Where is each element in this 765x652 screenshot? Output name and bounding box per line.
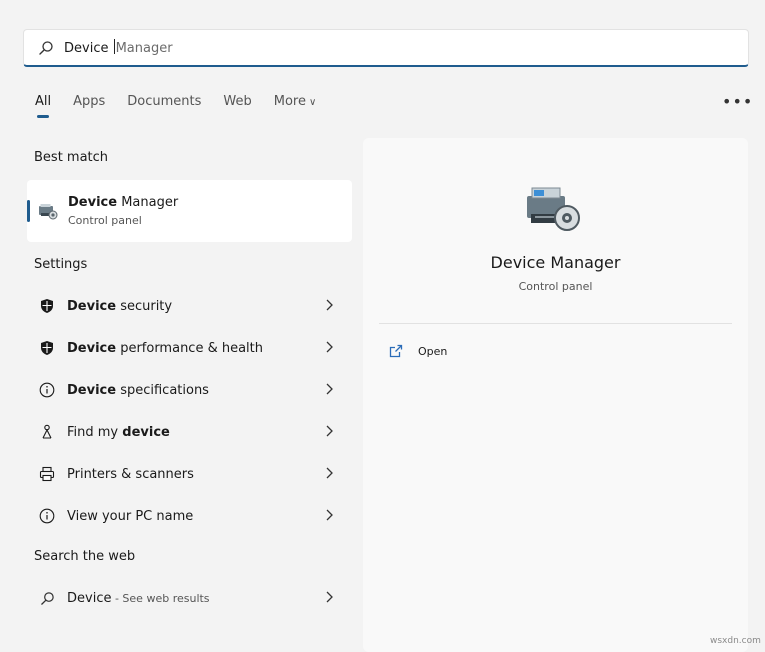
tab-web-label: Web — [223, 94, 252, 109]
setting-device-performance-health[interactable]: Device performance & health — [27, 328, 352, 368]
setting-label: Device specifications — [67, 382, 209, 398]
printer-icon — [39, 466, 55, 482]
chevron-right-icon — [326, 467, 333, 479]
setting-device-specifications[interactable]: Device specifications — [27, 370, 352, 410]
divider — [379, 323, 732, 324]
info-icon — [39, 382, 55, 398]
search-web-heading: Search the web — [34, 549, 136, 564]
tab-documents[interactable]: Documents — [127, 94, 201, 118]
setting-label: View your PC name — [67, 508, 194, 524]
more-options-button[interactable]: ••• — [722, 92, 753, 111]
setting-label: Find my device — [67, 424, 170, 440]
web-result-label: Device - See web results — [67, 590, 210, 606]
chevron-right-icon — [326, 591, 333, 603]
chevron-right-icon — [326, 299, 333, 311]
filter-tabs: All Apps Documents Web More ∨ — [35, 94, 338, 118]
search-icon — [40, 591, 54, 605]
best-match-result[interactable]: Device Manager Control panel — [27, 180, 352, 242]
setting-printers-scanners[interactable]: Printers & scanners — [27, 454, 352, 494]
tab-all-label: All — [35, 94, 52, 109]
tab-apps[interactable]: Apps — [73, 94, 105, 118]
setting-find-my-device[interactable]: Find my device — [27, 412, 352, 452]
chevron-right-icon — [326, 425, 333, 437]
setting-label: Device performance & health — [67, 340, 264, 356]
chevron-right-icon — [326, 341, 333, 353]
tab-web[interactable]: Web — [223, 94, 251, 118]
best-match-subtitle: Control panel — [68, 214, 142, 227]
best-match-heading: Best match — [34, 150, 109, 165]
tab-apps-label: Apps — [73, 94, 106, 109]
detail-subtitle: Control panel — [518, 280, 593, 293]
web-search-result[interactable]: Device - See web results — [27, 578, 352, 618]
device-manager-icon — [527, 187, 580, 231]
setting-label: Device security — [67, 298, 173, 314]
tab-documents-label: Documents — [127, 94, 202, 109]
text-caret — [113, 39, 115, 54]
search-box[interactable]: Device Manager — [23, 29, 749, 67]
detail-title: Device Manager — [490, 253, 621, 272]
tab-all[interactable]: All — [35, 94, 51, 118]
setting-label: Printers & scanners — [67, 466, 194, 482]
search-input[interactable]: Device Manager — [64, 39, 173, 56]
search-suggestion-text: Manager — [115, 41, 173, 56]
open-action-label: Open — [418, 344, 448, 358]
chevron-right-icon — [326, 509, 333, 521]
setting-view-pc-name[interactable]: View your PC name — [27, 496, 352, 536]
shield-icon — [41, 341, 53, 355]
tab-more-label: More — [273, 94, 306, 109]
setting-device-security[interactable]: Device security — [27, 286, 352, 326]
open-action[interactable]: Open — [389, 344, 447, 358]
person-location-icon — [42, 424, 52, 439]
search-typed-text: Device — [64, 41, 113, 56]
selection-indicator — [27, 200, 30, 222]
detail-panel: Device Manager Control panel Open — [363, 138, 748, 652]
watermark: wsxdn.com — [710, 636, 761, 646]
search-icon — [39, 40, 53, 55]
settings-heading: Settings — [34, 257, 88, 272]
shield-icon — [41, 299, 53, 313]
tab-more[interactable]: More ∨ — [274, 94, 317, 118]
chevron-down-icon: ∨ — [309, 97, 317, 108]
device-manager-icon — [39, 204, 58, 220]
info-icon — [39, 508, 55, 524]
chevron-right-icon — [326, 383, 333, 395]
open-external-icon — [389, 344, 403, 358]
best-match-name: Device Manager — [68, 195, 179, 210]
